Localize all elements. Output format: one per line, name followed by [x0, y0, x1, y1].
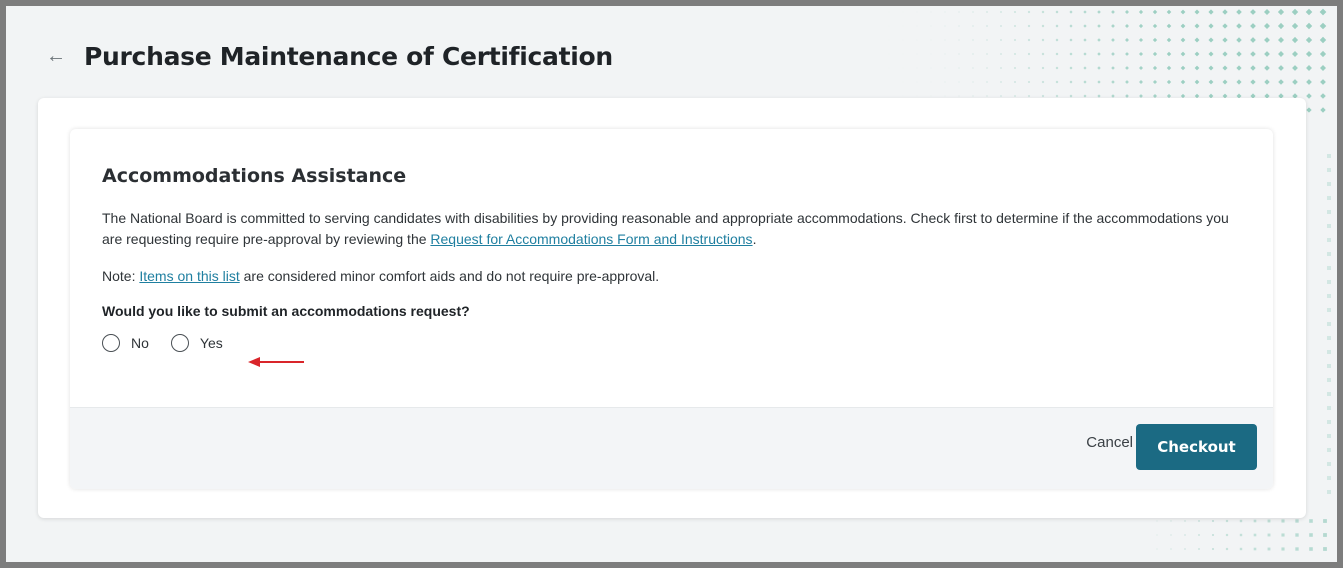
annotation-arrow-icon — [248, 357, 304, 367]
section-title: Accommodations Assistance — [102, 165, 407, 187]
radio-option-no[interactable]: No — [102, 334, 149, 352]
radio-label-no: No — [131, 335, 149, 351]
radio-group: No Yes — [102, 334, 1245, 352]
page-title: Purchase Maintenance of Certification — [84, 42, 613, 71]
accommodations-question: Would you like to submit an accommodatio… — [102, 303, 470, 319]
radio-yes[interactable] — [170, 334, 189, 352]
card-footer: Cancel Checkout — [70, 407, 1273, 489]
checkout-button[interactable]: Checkout — [1136, 424, 1257, 470]
note-text: Note: Items on this list are considered … — [102, 268, 1245, 284]
arrow-left-icon[interactable]: ← — [42, 43, 70, 71]
items-list-link[interactable]: Items on this list — [139, 268, 239, 284]
accommodations-card: Accommodations Assistance The National B… — [70, 129, 1273, 489]
card-content: Accommodations Assistance The National B… — [102, 165, 1245, 352]
note-suffix: are considered minor comfort aids and do… — [239, 268, 660, 284]
note-prefix: Note: — [102, 268, 140, 284]
outer-card: Accommodations Assistance The National B… — [38, 98, 1306, 518]
radio-option-yes[interactable]: Yes — [170, 334, 223, 352]
radio-label-yes: Yes — [199, 335, 223, 351]
cancel-button[interactable]: Cancel — [1086, 434, 1133, 451]
intro-paragraph: The National Board is committed to servi… — [102, 208, 1245, 250]
page-frame: ← Purchase Maintenance of Certification … — [6, 6, 1337, 562]
request-form-link[interactable]: Request for Accommodations Form and Inst… — [430, 231, 752, 247]
radio-no[interactable] — [102, 334, 120, 352]
page-header: ← Purchase Maintenance of Certification — [42, 42, 613, 71]
intro-end: . — [752, 231, 757, 247]
